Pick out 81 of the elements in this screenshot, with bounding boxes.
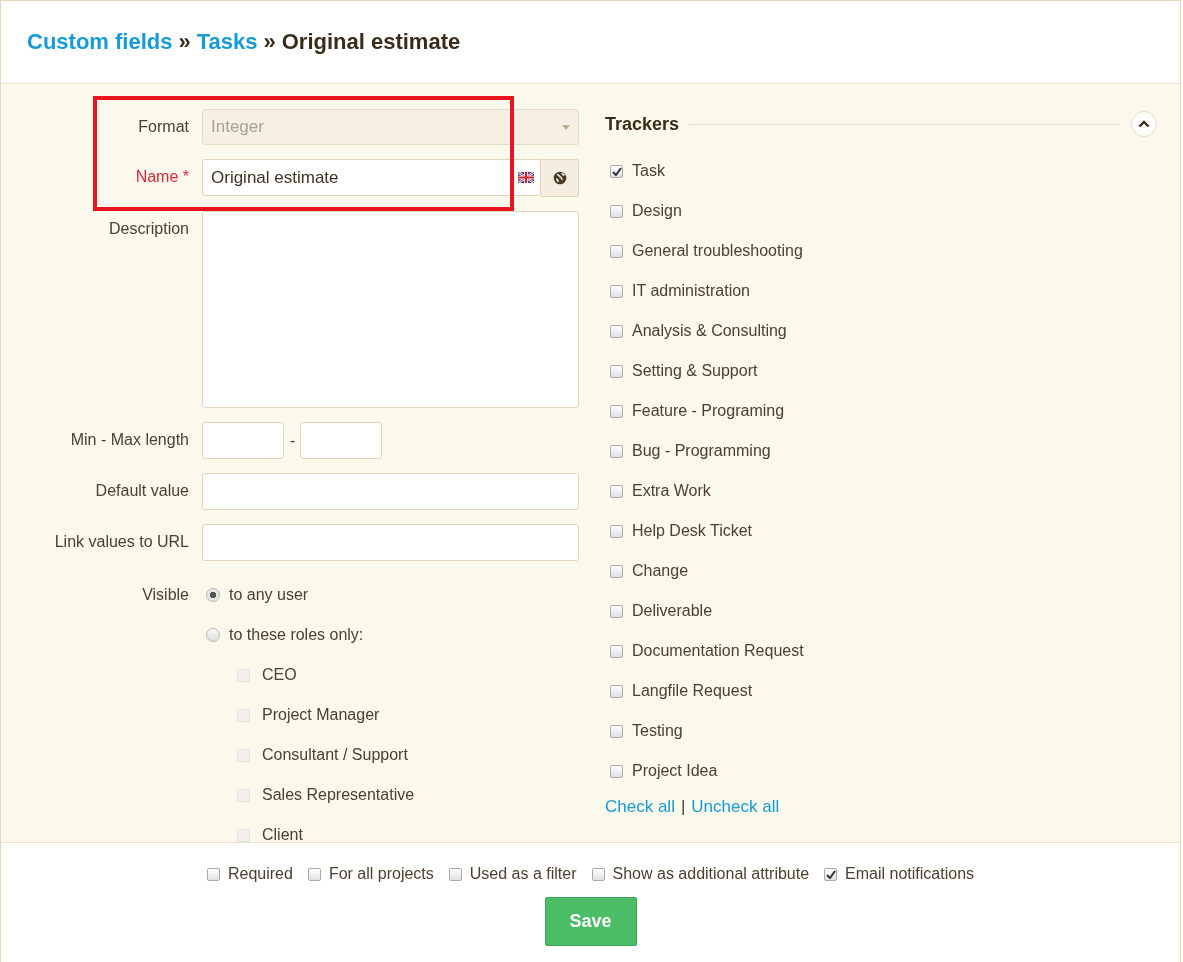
role-label: Consultant / Support: [262, 746, 408, 764]
radio-button[interactable]: [206, 628, 220, 642]
checkbox[interactable]: [610, 764, 623, 778]
tracker-label: Deliverable: [632, 602, 713, 620]
tracker-label: IT administration: [632, 282, 750, 300]
chevron-icon: [1138, 120, 1150, 128]
role-label: Project Manager: [262, 706, 380, 724]
breadcrumb-link[interactable]: Custom fields: [27, 29, 173, 55]
check-all-link[interactable]: Check all: [605, 797, 675, 817]
field-label: Description: [107, 219, 189, 239]
checkbox[interactable]: [307, 867, 321, 881]
min-length-field[interactable]: [202, 422, 284, 459]
tracker-label: Feature - Programing: [632, 402, 785, 420]
max-length-field[interactable]: [300, 422, 382, 459]
checkbox[interactable]: [610, 644, 623, 658]
role-label: CEO: [262, 666, 297, 684]
name-field[interactable]: Original estimate: [202, 159, 541, 196]
caret-icon: [562, 124, 570, 130]
tracker-label: Design: [632, 202, 682, 220]
range-separator: -: [290, 431, 294, 450]
tracker-label: Change: [632, 562, 689, 580]
checkbox[interactable]: [610, 404, 623, 418]
page-title: Original estimate: [281, 29, 461, 55]
checkbox[interactable]: [206, 867, 220, 881]
breadcrumb-separator: »: [178, 29, 191, 55]
role-label: Sales Representative: [262, 786, 415, 804]
collapse-button[interactable]: [1131, 111, 1157, 137]
option-label: Email notifications: [845, 865, 975, 883]
checkbox[interactable]: [610, 204, 623, 218]
field-label: Name *: [134, 167, 189, 187]
option-label: Used as a filter: [469, 865, 577, 883]
flag-icon: [518, 172, 534, 183]
tracker-label: Bug - Programming: [632, 442, 771, 460]
field-label: Format: [137, 117, 189, 137]
checkbox[interactable]: [610, 684, 623, 698]
breadcrumb-separator: »: [263, 29, 276, 55]
checkbox[interactable]: [610, 604, 623, 618]
checkbox[interactable]: [610, 164, 623, 178]
field-label: Visible: [141, 585, 189, 605]
checkbox[interactable]: [610, 244, 623, 258]
radio-button[interactable]: [206, 588, 220, 602]
url-field[interactable]: [202, 524, 579, 561]
checkbox[interactable]: [610, 484, 623, 498]
role-label: Client: [262, 826, 303, 844]
tracker-label: Documentation Request: [632, 642, 804, 660]
tracker-label: Analysis & Consulting: [632, 322, 787, 340]
tracker-label: Task: [632, 162, 665, 180]
tracker-label: General troubleshooting: [632, 242, 803, 260]
field-label: Min - Max length: [69, 430, 189, 450]
tracker-label: Langfile Request: [632, 682, 753, 700]
option-label: Required: [227, 865, 293, 883]
link-separator: |: [680, 797, 686, 817]
default-value-field[interactable]: [202, 473, 579, 510]
field-label: Link values to URL: [53, 532, 189, 552]
tracker-label: Project Idea: [632, 762, 718, 780]
uncheck-all-link[interactable]: Uncheck all: [691, 797, 780, 817]
section-title: Trackers: [605, 113, 680, 135]
field-label: Default value: [94, 481, 189, 501]
save-button[interactable]: Save: [544, 897, 637, 946]
description-field[interactable]: [202, 211, 579, 408]
checkbox[interactable]: [610, 364, 623, 378]
tracker-label: Extra Work: [632, 482, 711, 500]
breadcrumb-link[interactable]: Tasks: [196, 29, 258, 55]
radio-label: to any user: [229, 586, 309, 604]
checkbox[interactable]: [610, 444, 623, 458]
globe-icon: [552, 171, 567, 185]
option-label: Show as additional attribute: [612, 865, 810, 883]
radio-label: to these roles only:: [229, 626, 364, 644]
tracker-label: Help Desk Ticket: [632, 522, 753, 540]
checkbox[interactable]: [591, 867, 605, 881]
checkbox[interactable]: [610, 324, 623, 338]
checkbox[interactable]: [610, 724, 623, 738]
checkbox[interactable]: [610, 284, 623, 298]
tracker-label: Setting & Support: [632, 362, 758, 380]
tracker-label: Testing: [632, 722, 683, 740]
checkbox[interactable]: [610, 524, 623, 538]
translate-button[interactable]: [541, 159, 579, 197]
checkbox[interactable]: [448, 867, 462, 881]
checkbox[interactable]: [824, 867, 838, 881]
option-label: For all projects: [328, 865, 434, 883]
checkbox[interactable]: [610, 564, 623, 578]
